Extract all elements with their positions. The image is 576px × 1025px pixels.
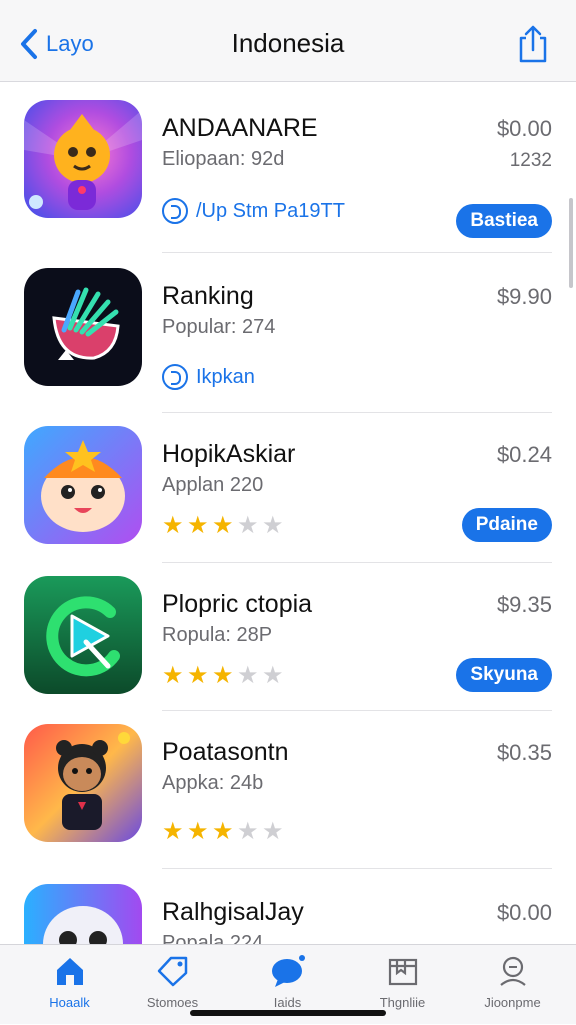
- share-icon[interactable]: [516, 24, 550, 64]
- tab-label: Thgnliie: [379, 995, 426, 1010]
- app-price: $9.90: [496, 284, 552, 309]
- star-rating: ★ ★ ★ ★ ★: [162, 514, 287, 540]
- app-price: $0.00: [496, 116, 552, 141]
- star-rating: ★ ★ ★ ★ ★: [162, 664, 287, 690]
- home-icon: [56, 958, 83, 985]
- star-filled-icon: ★: [212, 662, 234, 689]
- row-divider: [162, 710, 552, 711]
- app-count: 1232: [509, 150, 552, 171]
- row-divider: [162, 412, 552, 413]
- navigation-bar: Layo Indonesia: [0, 0, 576, 82]
- app-icon-andaanare: [24, 100, 142, 218]
- star-filled-icon: ★: [162, 512, 184, 539]
- home-indicator[interactable]: [190, 1010, 386, 1016]
- search-icon: [499, 956, 526, 986]
- list-item[interactable]: Ranking Popular: 274 $9.90 Ikpkan: [0, 260, 576, 410]
- app-name: Ranking: [162, 282, 254, 310]
- star-empty-icon: ★: [237, 512, 259, 539]
- chat-icon: [271, 955, 305, 987]
- star-filled-icon: ★: [212, 818, 234, 845]
- app-subtitle: Popala 224: [162, 932, 264, 944]
- star-empty-icon: ★: [262, 818, 284, 845]
- app-icon-plopric-ctopia: [24, 576, 142, 694]
- app-name: Poatasontn: [162, 738, 289, 766]
- star-filled-icon: ★: [187, 818, 209, 845]
- app-icon-ralhgisaljay: [24, 884, 142, 944]
- star-filled-icon: ★: [212, 512, 234, 539]
- row-divider: [162, 868, 552, 869]
- list-item[interactable]: RalhgisalJay Popala 224 $0.00 ★★★★★: [0, 876, 576, 944]
- list-item[interactable]: ANDAANARE Eliopaan: 92d $0.00 1232 /Up S…: [0, 90, 576, 240]
- get-button[interactable]: Bastiea: [456, 204, 552, 238]
- app-name: HopikAskiar: [162, 440, 296, 468]
- row-divider: [162, 562, 552, 563]
- list-item[interactable]: Poatasontn Appka: 24b $0.35 ★ ★ ★ ★ ★: [0, 718, 576, 868]
- tab-label: Jioonpme: [484, 995, 541, 1010]
- developer-link-label: /Up Stm Pa19TT: [196, 199, 345, 222]
- app-price: $9.35: [496, 592, 552, 617]
- scrollbar[interactable]: [569, 198, 573, 288]
- link-icon: [162, 364, 188, 390]
- page-title: Indonesia: [231, 28, 345, 58]
- tab-label: Hoaalk: [49, 995, 90, 1010]
- developer-link[interactable]: Ikpkan: [162, 364, 255, 390]
- get-button[interactable]: Skyuna: [456, 658, 552, 692]
- star-filled-icon: ★: [162, 818, 184, 845]
- row-divider: [162, 252, 552, 253]
- tab-home[interactable]: Hoaalk: [12, 945, 127, 1025]
- list-item[interactable]: Plopric ctopia Ropula: 28P $9.35 ★ ★ ★ ★ ★ S…: [0, 570, 576, 720]
- star-empty-icon: ★: [262, 512, 284, 539]
- star-empty-icon: ★: [262, 662, 284, 689]
- app-name: Plopric ctopia: [162, 590, 313, 618]
- app-subtitle: Applan 220: [162, 474, 264, 496]
- tab-jioonpme[interactable]: Jioonpme: [455, 945, 570, 1025]
- app-icon-hopikaskiar: [24, 426, 142, 544]
- star-rating: ★ ★ ★ ★ ★: [162, 820, 287, 846]
- app-price: $0.00: [496, 900, 552, 925]
- get-button[interactable]: Pdaine: [461, 508, 552, 542]
- app-icon-poatasontn: [24, 724, 142, 842]
- star-empty-icon: ★: [237, 662, 259, 689]
- app-subtitle: Appka: 24b: [162, 772, 264, 794]
- app-name: ANDAANARE: [162, 114, 318, 142]
- app-list: ANDAANARE Eliopaan: 92d $0.00 1232 /Up S…: [0, 82, 576, 944]
- box-icon: [388, 958, 417, 986]
- star-filled-icon: ★: [162, 662, 184, 689]
- app-subtitle: Ropula: 28P: [162, 624, 273, 646]
- app-subtitle: Popular: 274: [162, 316, 276, 338]
- tab-label: Iaids: [273, 995, 302, 1010]
- app-price: $0.24: [496, 442, 552, 467]
- tag-icon: [157, 956, 187, 987]
- star-empty-icon: ★: [237, 818, 259, 845]
- app-icon-ranking: [24, 268, 142, 386]
- star-filled-icon: ★: [187, 662, 209, 689]
- app-price: $0.35: [496, 740, 552, 765]
- developer-link[interactable]: /Up Stm Pa19TT: [162, 198, 345, 224]
- star-filled-icon: ★: [187, 512, 209, 539]
- app-name: RalhgisalJay: [162, 898, 304, 926]
- developer-link-label: Ikpkan: [196, 365, 255, 388]
- app-subtitle: Eliopaan: 92d: [162, 148, 285, 170]
- tab-label: Stomoes: [146, 995, 199, 1010]
- list-item[interactable]: HopikAskiar Applan 220 $0.24 ★ ★ ★ ★ ★ Pdain…: [0, 422, 576, 572]
- link-icon: [162, 198, 188, 224]
